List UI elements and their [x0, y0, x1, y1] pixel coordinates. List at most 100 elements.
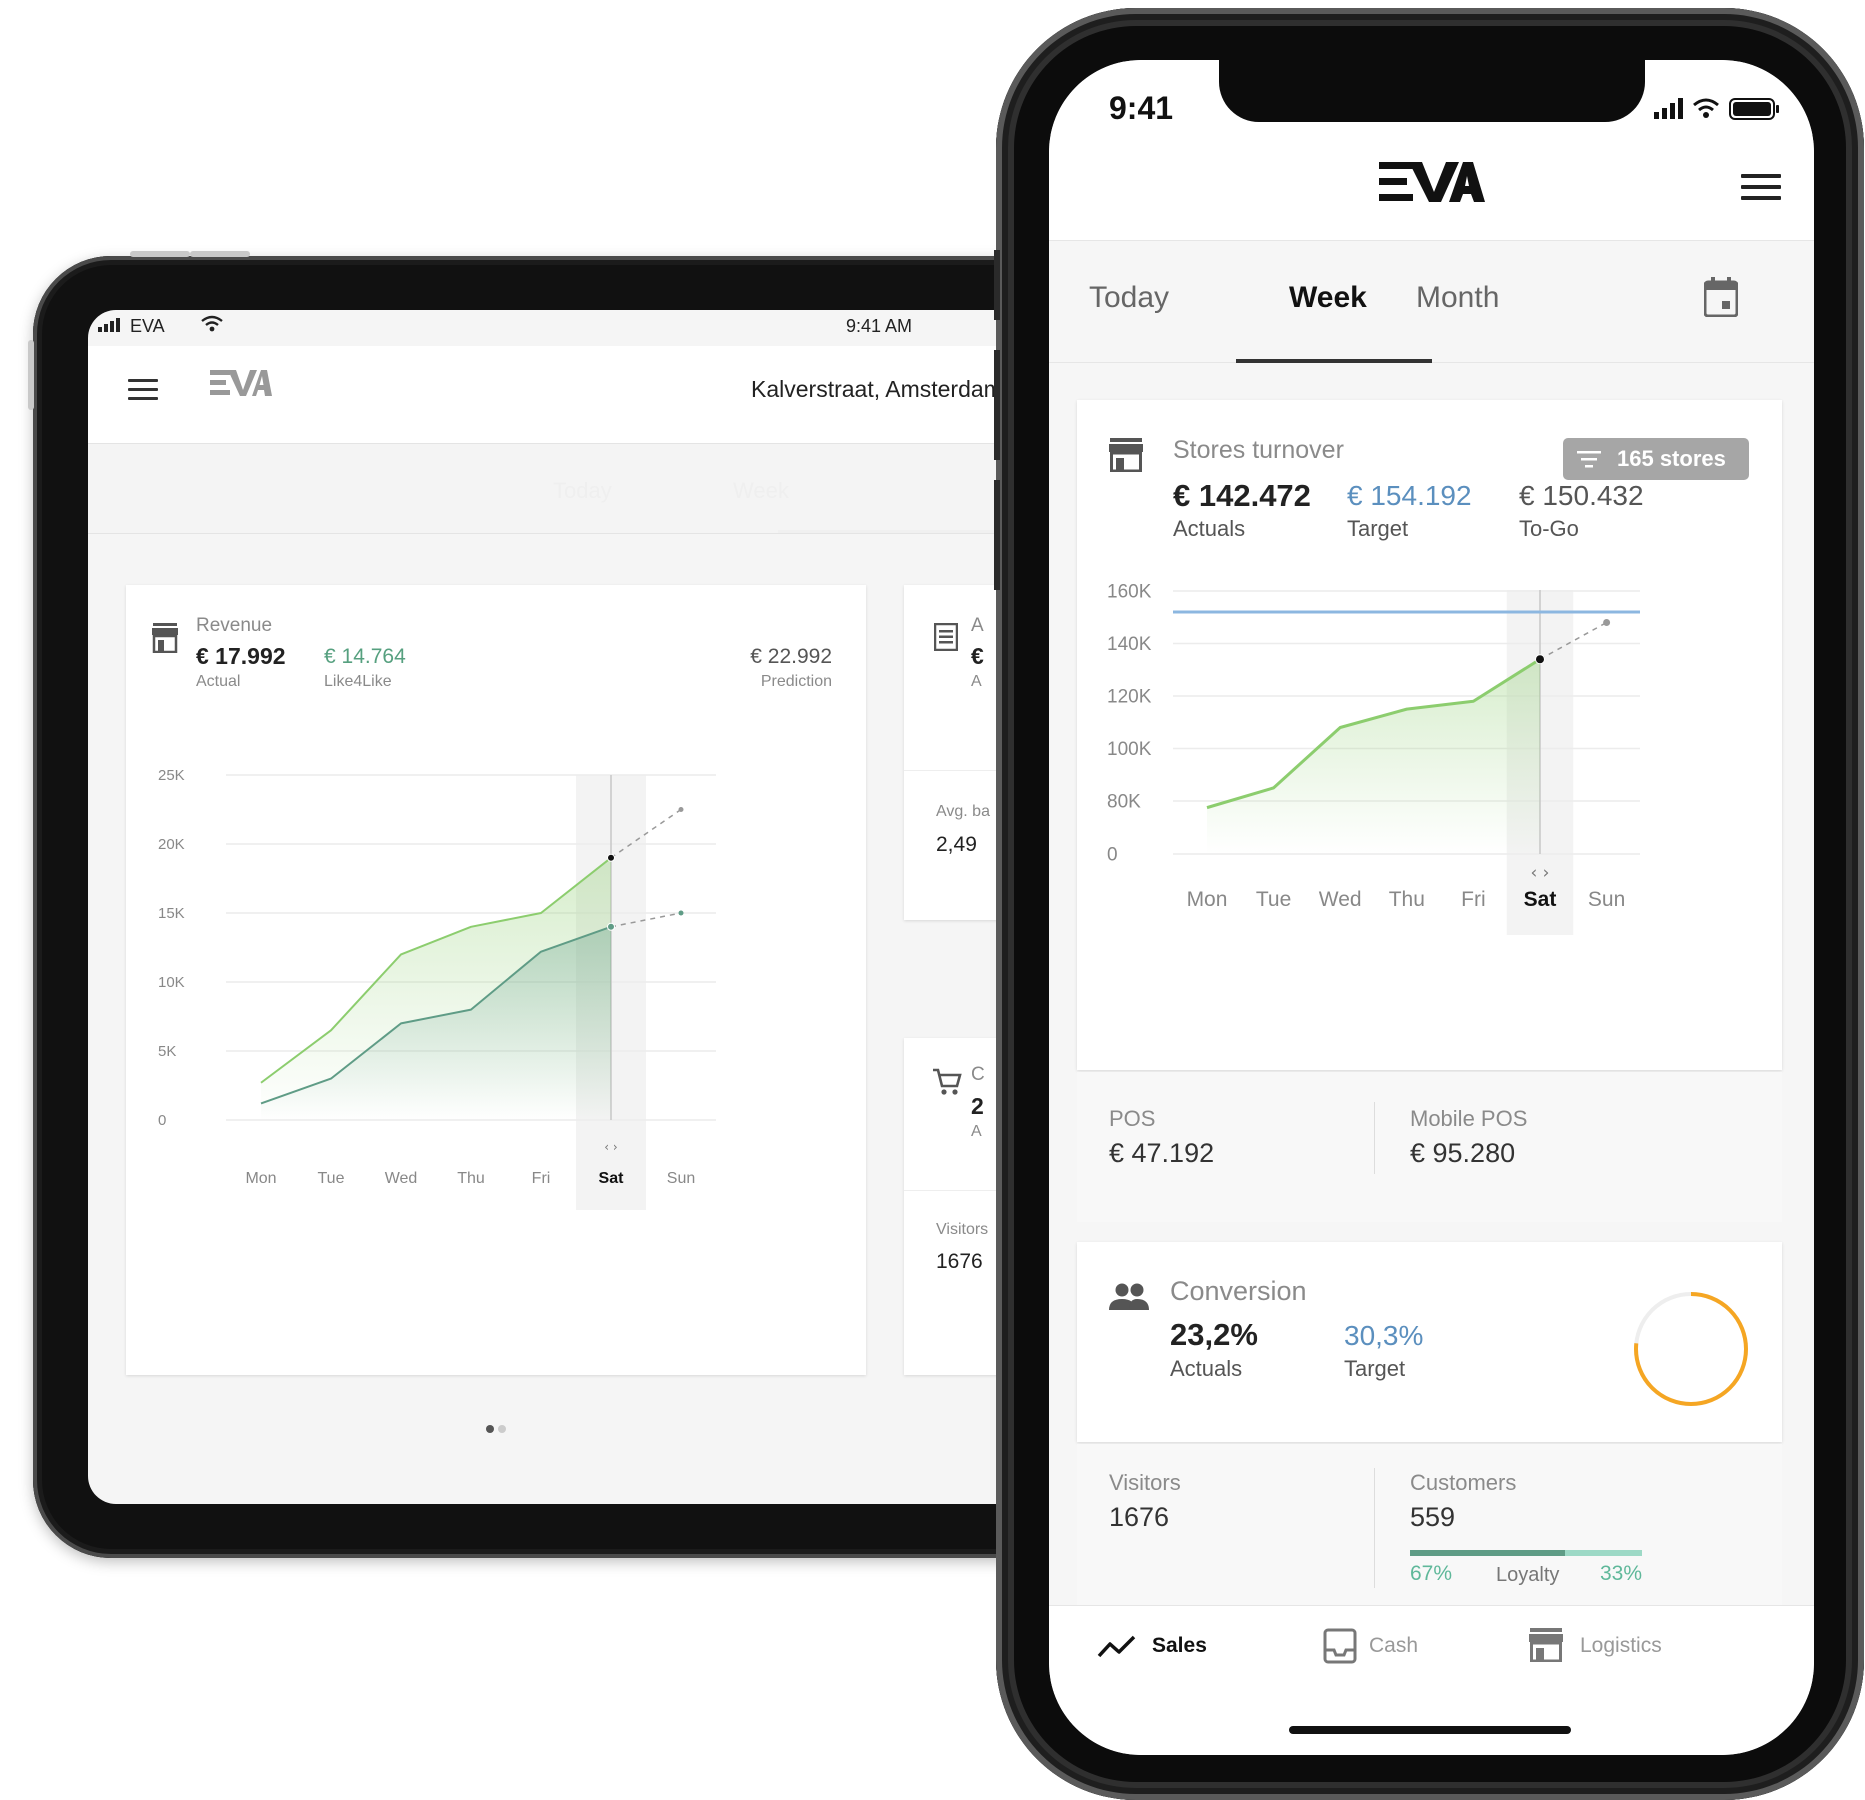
conversion-actuals-label: Actuals [1170, 1356, 1243, 1381]
x-tick-label: Mon [245, 1170, 276, 1187]
people-icon [1109, 1283, 1149, 1310]
revenue-card[interactable]: Revenue € 17.992 Actual € 14.764 Like4Li… [126, 585, 866, 1375]
y-tick-label: 15K [158, 905, 185, 922]
target-label: Target [1347, 516, 1409, 541]
prediction-label: Prediction [760, 673, 832, 690]
status-time: 9:41 AM [846, 316, 913, 336]
avg-basket-value: 2,49 [936, 833, 977, 856]
loyalty-bar-fill [1410, 1550, 1566, 1556]
y-tick-label: 160K [1107, 581, 1152, 602]
store-location[interactable]: Kalverstraat, Amsterdam [751, 376, 1003, 403]
tablet-volume-button [130, 251, 190, 257]
x-tick-label: Wed [385, 1170, 418, 1187]
carrier-label: EVA [130, 316, 165, 336]
page-dot-active[interactable] [486, 1425, 494, 1433]
side-card-label: A [971, 1123, 982, 1140]
current-point [607, 922, 615, 931]
x-tick-label: Tue [1256, 888, 1291, 911]
actual-value: € 17.992 [196, 643, 286, 669]
sales-trend-icon[interactable] [1097, 1634, 1137, 1660]
visitors-label: Visitors [1109, 1470, 1181, 1495]
scrub-arrows-icon: ‹ › [604, 1140, 617, 1154]
tab-week[interactable]: Week [733, 478, 789, 504]
projection-point [678, 910, 684, 916]
tablet-header: Kalverstraat, Amsterdam [88, 346, 1088, 444]
eva-logo [210, 370, 272, 396]
projection-point [1603, 619, 1611, 626]
current-point [607, 853, 615, 862]
page-dot[interactable] [498, 1425, 506, 1433]
side-card-title: A [971, 615, 984, 636]
card-title: Conversion [1170, 1276, 1307, 1306]
like4like-label: Like4Like [324, 673, 392, 690]
y-tick-label: 80K [1107, 791, 1141, 812]
tab-today[interactable]: Today [1089, 281, 1169, 315]
logistics-store-icon[interactable] [1529, 1628, 1563, 1662]
avg-basket-label: Avg. ba [936, 803, 990, 820]
x-tick-label: Sun [1588, 888, 1625, 911]
visitors-value: 1676 [1109, 1502, 1170, 1532]
tablet-screen: EVA 9:41 AM Kalverstraat, Amsterdam Toda… [88, 310, 1088, 1504]
x-tick-label: Thu [457, 1170, 485, 1187]
x-tick-label: Wed [1319, 888, 1362, 911]
loyalty-bar [1410, 1550, 1642, 1556]
phone-notch [1219, 60, 1645, 122]
revenue-chart[interactable]: 0 5K 10K 15K 20K 25K ‹ › Mon Tue Wed Thu Fri Sat Sun [126, 735, 866, 1215]
cash-drawer-icon[interactable] [1323, 1628, 1357, 1664]
tablet-side-button [28, 340, 34, 410]
customers-value: 559 [1410, 1502, 1456, 1532]
loyalty-right-pct: 33% [1600, 1562, 1643, 1585]
calendar-icon[interactable] [1704, 277, 1738, 317]
nav-cash[interactable]: Cash [1369, 1634, 1418, 1658]
divider [1374, 1102, 1375, 1174]
filter-badge-label: 165 stores [1617, 446, 1726, 471]
togo-label: To-Go [1519, 516, 1579, 541]
stores-filter-button[interactable]: 165 stores [1563, 438, 1749, 480]
hamburger-menu-icon[interactable] [128, 379, 158, 401]
tab-indicator [778, 530, 1018, 533]
conversion-target-label: Target [1344, 1356, 1406, 1381]
x-tick-label: Sun [667, 1170, 695, 1187]
home-indicator[interactable] [1289, 1726, 1571, 1734]
conversion-card[interactable]: Conversion 23,2% Actuals 30,3% Target [1077, 1242, 1782, 1442]
nav-logistics[interactable]: Logistics [1580, 1634, 1662, 1658]
conversion-progress-ring [1634, 1292, 1748, 1406]
tablet-status-bar: EVA 9:41 AM [88, 310, 1088, 346]
card-title: Stores turnover [1173, 436, 1344, 464]
y-tick-label: 10K [158, 974, 185, 991]
conversion-target-value: 30,3% [1344, 1320, 1424, 1351]
loyalty-label: Loyalty [1496, 1564, 1560, 1586]
pos-value: € 47.192 [1109, 1138, 1215, 1168]
visitors-value: 1676 [936, 1250, 983, 1273]
actual-label: Actual [196, 673, 241, 690]
side-card-label: A [971, 673, 982, 690]
store-icon [1109, 438, 1143, 472]
divider [1374, 1468, 1375, 1588]
cart-icon [933, 1068, 962, 1095]
x-tick-label: Fri [1461, 888, 1486, 911]
tablet-volume-button [190, 251, 250, 257]
tab-week[interactable]: Week [1289, 281, 1367, 315]
page-indicator[interactable] [486, 1420, 510, 1438]
x-tick-label: Sat [599, 1170, 625, 1187]
y-tick-label: 140K [1107, 634, 1152, 655]
wifi-icon [201, 315, 223, 332]
nav-sales[interactable]: Sales [1152, 1634, 1207, 1658]
hamburger-menu-icon[interactable] [1741, 174, 1781, 202]
tab-today[interactable]: Today [553, 478, 612, 504]
x-tick-label: Mon [1187, 888, 1228, 911]
x-tick-label: Tue [318, 1170, 345, 1187]
target-value: € 154.192 [1347, 480, 1472, 511]
like4like-value: € 14.764 [324, 645, 406, 668]
turnover-chart[interactable]: 0 80K 100K 120K 140K 160K ‹ › Mon Tue Wed Thu Fri Sa… [1077, 560, 1782, 945]
visitors-label: Visitors [936, 1221, 989, 1238]
current-point [1535, 654, 1545, 665]
card-title: Revenue [196, 615, 273, 636]
y-tick-label: 0 [1107, 844, 1118, 865]
x-tick-label: Fri [532, 1170, 551, 1187]
y-tick-label: 25K [158, 767, 185, 784]
stores-turnover-card[interactable]: Stores turnover 165 stores € 142.472 Act… [1077, 400, 1782, 1070]
pos-label: POS [1109, 1106, 1156, 1131]
tab-month[interactable]: Month [1416, 281, 1499, 315]
phone-volume-button [994, 480, 1000, 590]
